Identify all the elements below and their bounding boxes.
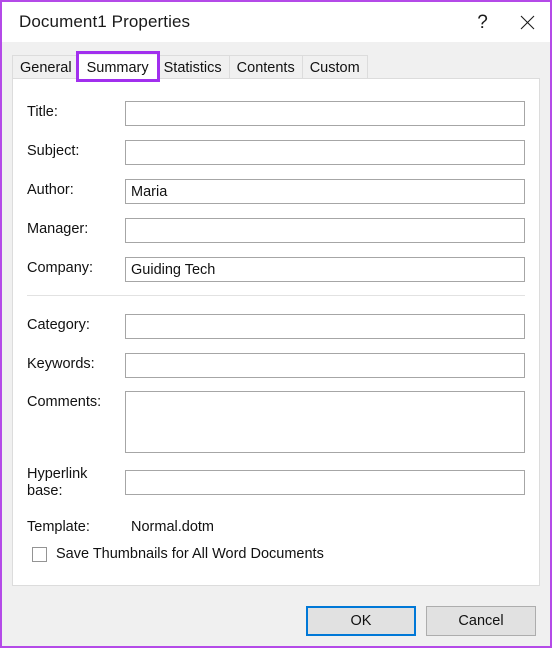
tab-contents[interactable]: Contents (228, 55, 303, 79)
tab-custom-label: Custom (309, 59, 360, 76)
save-thumbnails-checkbox[interactable] (32, 546, 47, 562)
tab-general-label: General (20, 59, 72, 76)
company-input[interactable] (125, 257, 525, 282)
keywords-label: Keywords: (27, 356, 95, 372)
tab-general[interactable]: General (12, 55, 80, 79)
summary-tab-panel: Title: Subject: Author: Manager: Company… (12, 78, 540, 586)
field-row-subject: Subject: (13, 140, 539, 166)
save-thumbnails-checkbox-row[interactable]: Save Thumbnails for All Word Documents (32, 546, 324, 562)
field-row-keywords: Keywords: (13, 353, 539, 379)
title-label: Title: (27, 104, 58, 120)
tab-contents-label: Contents (236, 59, 295, 76)
properties-dialog: Document1 Properties ? General Summary S… (0, 0, 552, 648)
cancel-button-label: Cancel (458, 613, 504, 629)
tab-strip: General Summary Statistics Contents Cust… (12, 51, 368, 82)
help-button[interactable]: ? (460, 2, 505, 42)
company-label: Company: (27, 260, 94, 276)
template-value: Normal.dotm (131, 519, 214, 535)
field-row-company: Company: (13, 257, 539, 283)
question-mark-icon: ? (477, 11, 488, 33)
field-row-author: Author: (13, 179, 539, 205)
hyperlink-base-input[interactable] (125, 470, 525, 495)
dialog-footer: OK Cancel (2, 586, 550, 646)
title-input[interactable] (125, 101, 525, 126)
category-label: Category: (27, 317, 90, 333)
field-row-hyperlink-base: Hyperlink base: (13, 466, 539, 499)
title-bar: Document1 Properties ? (2, 2, 550, 42)
author-label: Author: (27, 182, 74, 198)
dialog-title: Document1 Properties (19, 12, 191, 31)
tab-summary-label: Summary (86, 59, 149, 76)
subject-label: Subject: (27, 143, 80, 159)
comments-label: Comments: (27, 394, 102, 410)
ok-button[interactable]: OK (306, 606, 416, 636)
section-divider (27, 295, 525, 296)
close-button[interactable] (505, 2, 550, 42)
field-row-template: Template: Normal.dotm (13, 516, 539, 542)
keywords-input[interactable] (125, 353, 525, 378)
field-row-category: Category: (13, 314, 539, 340)
template-label: Template: (27, 519, 90, 535)
manager-label: Manager: (27, 221, 89, 237)
comments-input[interactable] (125, 391, 525, 453)
subject-input[interactable] (125, 140, 525, 165)
manager-input[interactable] (125, 218, 525, 243)
tab-summary[interactable]: Summary (75, 51, 160, 82)
window-controls: ? (460, 2, 550, 42)
hyperlink-base-label: Hyperlink base: (27, 466, 88, 499)
field-row-manager: Manager: (13, 218, 539, 244)
tab-statistics[interactable]: Statistics (155, 55, 230, 79)
tab-custom[interactable]: Custom (301, 55, 368, 79)
tab-statistics-label: Statistics (163, 59, 222, 76)
author-input[interactable] (125, 179, 525, 204)
save-thumbnails-label: Save Thumbnails for All Word Documents (56, 546, 324, 562)
ok-button-label: OK (350, 613, 372, 629)
cancel-button[interactable]: Cancel (426, 606, 536, 636)
close-icon (520, 15, 535, 30)
category-input[interactable] (125, 314, 525, 339)
field-row-title: Title: (13, 101, 539, 127)
field-row-comments: Comments: (13, 391, 539, 453)
